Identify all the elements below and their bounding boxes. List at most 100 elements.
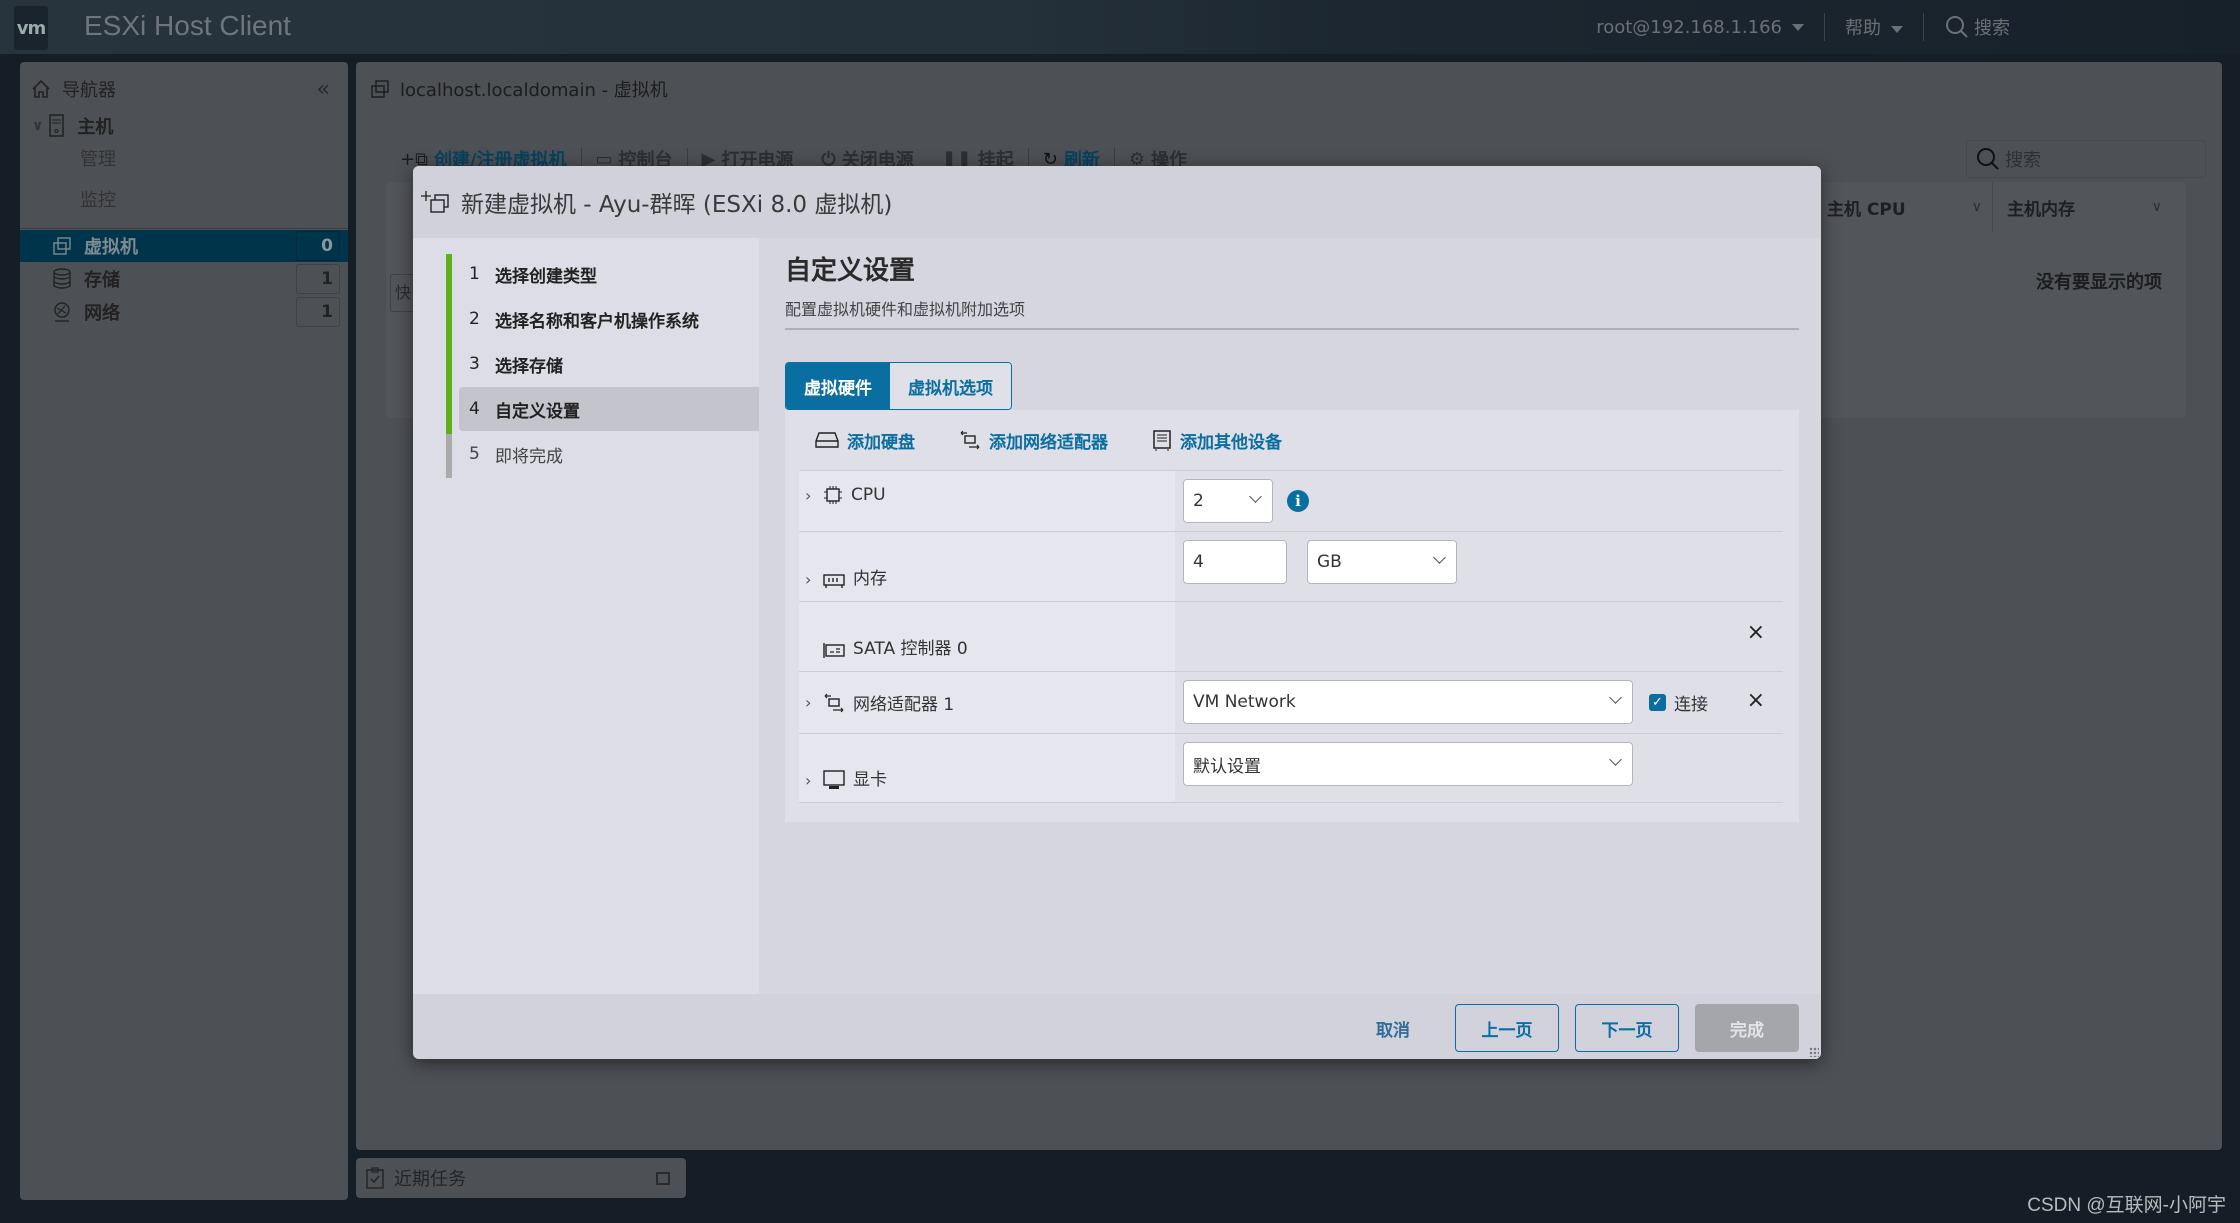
nav-manage[interactable]: 管理 <box>20 142 348 174</box>
cancel-button[interactable]: 取消 <box>1353 1004 1433 1052</box>
dialog-header[interactable]: 新建虚拟机 - Ayu-群晖 (ESXi 8.0 虚拟机) <box>413 166 1821 238</box>
chevron-right-icon[interactable]: › <box>805 486 823 505</box>
hardware-row-memory: › 内存 4 GB <box>799 531 1783 601</box>
chevron-down-icon <box>1609 691 1622 704</box>
tab-vm-options[interactable]: 虚拟机选项 <box>890 363 1011 409</box>
user-menu[interactable]: root@192.168.1.166 <box>1596 17 1804 38</box>
hardware-row-network: › 网络适配器 1 VM Network ✓ 连接 × <box>799 671 1783 733</box>
recent-tasks-label: 近期任务 <box>394 1169 466 1190</box>
video-card-label: 显卡 <box>853 770 887 790</box>
wizard-steps: 1 选择创建类型 2 选择名称和客户机操作系统 3 选择存储 4 自定义设置 5 即将完成 <box>413 238 759 994</box>
info-icon[interactable]: i <box>1287 490 1309 512</box>
add-hard-disk-button[interactable]: 添加硬盘 <box>815 428 915 453</box>
resize-handle[interactable] <box>1809 1047 1819 1057</box>
home-icon <box>32 79 50 98</box>
chevron-right-icon[interactable]: › <box>805 771 823 790</box>
user-label: root@192.168.1.166 <box>1596 16 1782 38</box>
add-network-adapter-button[interactable]: 添加网络适配器 <box>959 428 1108 453</box>
chevron-down-icon <box>1249 490 1262 503</box>
next-button[interactable]: 下一页 <box>1575 1004 1679 1052</box>
section-title: 自定义设置 <box>785 256 916 286</box>
app-title: ESXi Host Client <box>84 10 291 41</box>
nav-monitor[interactable]: 监控 <box>20 183 348 215</box>
collapse-icon[interactable]: « <box>317 77 330 102</box>
column-header-label: 主机内存 <box>2007 199 2075 220</box>
cpu-count-value: 2 <box>1193 491 1204 511</box>
wizard-step-1[interactable]: 1 选择创建类型 <box>459 252 759 296</box>
step-label: 选择存储 <box>495 356 563 377</box>
step-label: 选择名称和客户机操作系统 <box>495 311 699 332</box>
network-row-label[interactable]: › 网络适配器 1 <box>799 672 1175 733</box>
step-label: 选择创建类型 <box>495 266 597 287</box>
add-other-device-button[interactable]: 添加其他设备 <box>1152 428 1282 453</box>
step-label: 即将完成 <box>495 446 563 467</box>
add-hard-disk-label: 添加硬盘 <box>847 432 915 453</box>
vm-icon <box>53 237 71 255</box>
chevron-down-icon <box>1609 753 1622 766</box>
main-title: localhost.localdomain - 虚拟机 <box>400 80 668 101</box>
global-search[interactable]: 搜索 <box>1944 14 2010 40</box>
back-button[interactable]: 上一页 <box>1455 1004 1559 1052</box>
network-select[interactable]: VM Network <box>1183 680 1633 724</box>
step-number: 2 <box>469 309 480 329</box>
hardware-row-video: › 显卡 默认设置 <box>799 733 1783 803</box>
connect-checkbox[interactable]: ✓ 连接 <box>1649 690 1708 715</box>
video-settings-value: 默认设置 <box>1193 756 1261 777</box>
virtual-hardware-panel: 添加硬盘 添加网络适配器 添加其他设备 › CPU 2 i › 内存 4 GB … <box>785 410 1799 822</box>
cpu-row-label[interactable]: › CPU <box>799 471 1175 531</box>
nav-vms-label: 虚拟机 <box>84 237 138 258</box>
wizard-step-5[interactable]: 5 即将完成 <box>459 432 759 476</box>
nav-vms[interactable]: 虚拟机 0 <box>20 230 348 262</box>
tab-virtual-hardware[interactable]: 虚拟硬件 <box>786 363 890 409</box>
top-bar: vm ESXi Host Client root@192.168.1.166 帮… <box>0 0 2240 54</box>
recent-tasks-bar[interactable]: 近期任务 <box>356 1158 686 1198</box>
nav-storage[interactable]: 存储 1 <box>20 263 348 295</box>
column-host-memory[interactable]: 主机内存 ∨ <box>1992 182 2172 232</box>
step-label: 自定义设置 <box>495 401 580 422</box>
nav-host[interactable]: ∨ 主机 <box>20 110 348 142</box>
cpu-count-select[interactable]: 2 <box>1183 479 1273 523</box>
vmware-logo: vm <box>14 6 48 50</box>
navigator-title: 导航器 <box>62 80 116 101</box>
create-vm-icon <box>421 191 449 213</box>
memory-size-value: 4 <box>1193 552 1204 572</box>
step-number: 1 <box>469 264 480 284</box>
chevron-right-icon[interactable]: › <box>805 570 823 589</box>
vm-search-input[interactable]: 搜索 <box>1966 140 2206 178</box>
memory-size-input[interactable]: 4 <box>1183 540 1287 584</box>
nav-host-label: 主机 <box>77 117 114 138</box>
maximize-icon[interactable] <box>656 1172 670 1185</box>
caret-down-icon <box>1792 24 1804 31</box>
nav-network[interactable]: 网络 1 <box>20 296 348 328</box>
memory-unit-select[interactable]: GB <box>1307 540 1457 584</box>
chevron-down-icon <box>1433 551 1446 564</box>
remove-network-button[interactable]: × <box>1747 688 1765 713</box>
wizard-step-4[interactable]: 4 自定义设置 <box>459 387 759 431</box>
network-globe-icon <box>54 302 70 322</box>
memory-row-label[interactable]: › 内存 <box>799 532 1175 601</box>
step-number: 3 <box>469 354 480 374</box>
video-row-label[interactable]: › 显卡 <box>799 734 1175 802</box>
monitor-icon <box>823 770 845 789</box>
video-settings-select[interactable]: 默认设置 <box>1183 742 1633 786</box>
customize-settings: 自定义设置 配置虚拟机硬件和虚拟机附加选项 虚拟硬件 虚拟机选项 添加硬盘 添加… <box>775 238 1805 994</box>
memory-icon <box>823 574 845 588</box>
database-icon <box>53 268 71 289</box>
step-number: 4 <box>469 399 480 419</box>
help-label: 帮助 <box>1845 18 1881 39</box>
caret-down-icon <box>1891 25 1903 33</box>
storage-count-badge: 1 <box>296 264 340 294</box>
finish-button: 完成 <box>1695 1004 1799 1052</box>
column-host-cpu[interactable]: 主机 CPU ∨ <box>1812 182 1992 232</box>
wizard-step-3[interactable]: 3 选择存储 <box>459 342 759 386</box>
remove-sata-button[interactable]: × <box>1747 620 1765 645</box>
wizard-step-2[interactable]: 2 选择名称和客户机操作系统 <box>459 297 759 341</box>
cpu-icon <box>824 486 842 504</box>
watermark: CSDN @互联网-小阿宇 <box>2027 1195 2226 1216</box>
other-device-icon <box>1153 430 1171 451</box>
help-menu[interactable]: 帮助 <box>1845 14 1903 40</box>
hardware-table: › CPU 2 i › 内存 4 GB SATA 控制器 0 × › 网络适配器… <box>799 470 1783 803</box>
cpu-label: CPU <box>851 485 886 505</box>
chevron-right-icon[interactable]: › <box>805 693 823 712</box>
network-count-badge: 1 <box>296 297 340 327</box>
